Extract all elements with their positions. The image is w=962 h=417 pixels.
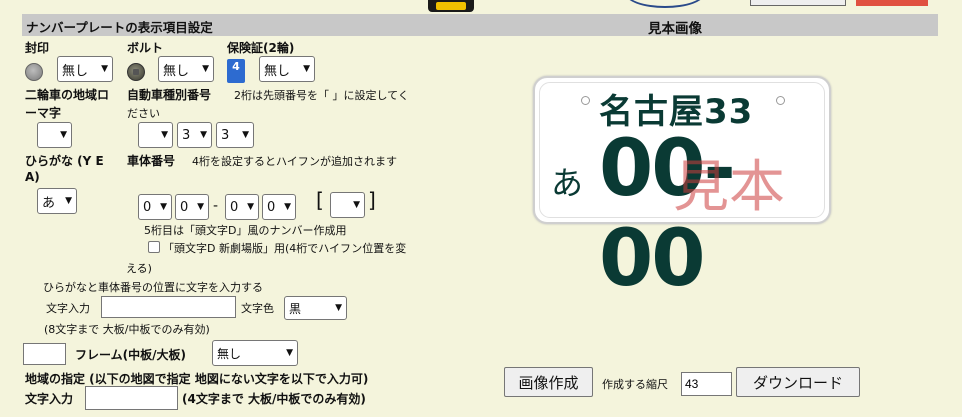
chevron-down-icon: ▼ [160,202,167,212]
vehicle-type-note: 2桁は先頭番号を「 」に設定してく [234,89,409,102]
chevron-down-icon: ▼ [284,202,291,212]
bracket-open: [ [316,188,324,212]
vehicle-type-label: 自動車種別番号 [127,88,212,102]
settings-title: ナンバープレートの表示項目設定 [26,20,213,35]
scale-label: 作成する縮尺 [602,378,668,391]
top-banner-box[interactable] [750,0,846,6]
region-romaji-label: 二輪車の地域ロ [25,88,110,102]
char-input-label: 文字入力 [46,302,90,315]
chevron-down-icon: ▼ [247,202,254,212]
bolt-label: ボルト [127,41,164,55]
top-banner-red[interactable] [856,0,928,6]
bolt-icon [127,63,145,81]
char-limit-note: (8文字まで 大板/中板でのみ有効) [44,323,210,336]
site-logo[interactable] [428,0,474,12]
chevron-down-icon: ▼ [303,64,310,74]
char-color-select[interactable]: 黒 ▼ [284,296,347,320]
body-digit-4-select[interactable]: 0 ▼ [262,194,296,220]
fifth-digit-note: 5桁目は「頭文字D」風のナンバー作成用 [144,224,347,237]
movie-version-label: 「頭文字D 新劇場版」用(4桁でハイフン位置を変 [163,242,407,255]
char-color-label: 文字色 [241,302,274,315]
region-input-field[interactable] [85,386,178,410]
frame-label: フレーム(中板/大板) [75,348,186,362]
body-digit-3-select[interactable]: 0 ▼ [225,194,259,220]
chevron-down-icon: ▼ [197,202,204,212]
chevron-down-icon: ▼ [200,130,207,140]
region-input-label: 文字入力 [25,392,74,406]
plate-preview: 名古屋33 あ 00-00 見本 [533,76,831,304]
chevron-down-icon: ▼ [202,64,209,74]
fifth-digit-select[interactable]: ▼ [330,192,365,218]
hiragana-select[interactable]: あ ▼ [37,188,77,214]
seal-label: 封印 [25,41,50,55]
region-romaji-label-2: ーマ字 [25,106,62,120]
chevron-down-icon: ▼ [335,303,342,313]
frame-color-swatch[interactable] [23,343,66,365]
chevron-down-icon: ▼ [286,348,293,358]
body-number-label: 車体番号 [127,154,176,168]
type-digit-2-select[interactable]: 3 ▼ [177,122,212,148]
seal-icon [25,63,43,81]
region-input-note: (4文字まで 大板/中板でのみ有効) [182,392,366,406]
hiragana-label: ひらがな (Y E [25,154,104,168]
chevron-down-icon: ▼ [65,196,72,206]
bracket-close: ] [368,188,376,212]
body-digit-1-select[interactable]: 0 ▼ [138,194,172,220]
insurance-select[interactable]: 無し ▼ [259,56,315,82]
plate-bolt-hole-right [776,96,785,105]
chevron-down-icon: ▼ [353,200,360,210]
hiragana-label-2: A) [25,170,40,184]
type-digit-3-select[interactable]: 3 ▼ [216,122,254,148]
settings-header-bar: ナンバープレートの表示項目設定 見本画像 [22,14,938,37]
seal-select[interactable]: 無し ▼ [57,56,113,82]
insurance-label: 保険証(2輪) [227,41,295,55]
char-input-field[interactable] [101,296,236,318]
bolt-select[interactable]: 無し ▼ [158,56,214,82]
movie-version-checkbox[interactable] [148,241,160,253]
body-dash: - [213,198,219,214]
position-note: ひらがなと車体番号の位置に文字を入力する [43,281,263,294]
top-strip [0,0,962,12]
download-button[interactable]: ダウンロード [736,367,860,397]
preview-title: 見本画像 [648,21,702,37]
region-romaji-select[interactable]: ▼ [37,122,72,148]
frame-select[interactable]: 無し ▼ [212,340,298,366]
body-digit-2-select[interactable]: 0 ▼ [175,194,209,220]
chevron-down-icon: ▼ [242,130,249,140]
chevron-down-icon: ▼ [161,130,168,140]
chevron-down-icon: ▼ [101,64,108,74]
body-number-note: 4桁を設定するとハイフンが追加されます [192,155,397,168]
partner-logo[interactable] [625,0,705,8]
scale-input[interactable] [681,372,732,396]
movie-version-label-2: える) [126,262,152,275]
chevron-down-icon: ▼ [60,130,67,140]
create-image-button[interactable]: 画像作成 [504,367,593,397]
region-spec-label: 地域の指定 (以下の地図で指定 地図にない文字を以下で入力可) [25,372,369,386]
plate-kana: あ [551,164,584,202]
plate-bolt-hole-left [581,96,590,105]
sample-watermark: 見本 [673,155,785,220]
type-digit-1-select[interactable]: ▼ [138,122,173,148]
insurance-sticker-icon: 4 [227,59,245,83]
vehicle-type-note-2: ださい [127,107,160,120]
